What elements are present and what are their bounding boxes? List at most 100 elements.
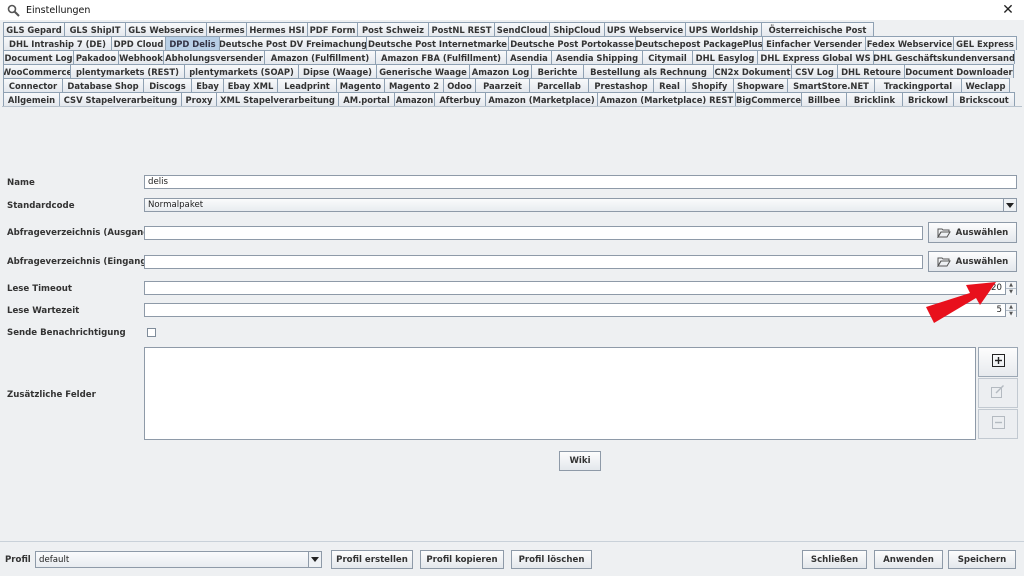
auswaehlen-ausgang-button[interactable]: Auswählen: [928, 222, 1017, 243]
auswaehlen-eingang-button[interactable]: Auswählen: [928, 251, 1017, 272]
tab-connector[interactable]: Connector: [3, 78, 63, 92]
abfrage-eingang-input[interactable]: [144, 255, 923, 269]
tab-gls-webservice[interactable]: GLS Webservice: [125, 22, 207, 36]
tab-magento-2[interactable]: Magento 2: [384, 78, 444, 92]
tab-amazon-marketplace[interactable]: Amazon (Marketplace): [485, 92, 598, 106]
zusaetzliche-felder-area[interactable]: [144, 347, 976, 440]
tab-pakadoo[interactable]: Pakadoo: [73, 50, 119, 64]
tab-allgemein[interactable]: Allgemein: [3, 92, 60, 106]
tab-leadprint[interactable]: Leadprint: [277, 78, 337, 92]
abfrage-ausgang-input[interactable]: [144, 226, 923, 240]
add-field-button[interactable]: [978, 347, 1018, 377]
tab-deutsche-post-portokasse[interactable]: Deutsche Post Portokasse: [508, 36, 636, 50]
tab-magento[interactable]: Magento: [336, 78, 385, 92]
tab-brickowl[interactable]: Brickowl: [902, 92, 954, 106]
tab-amazon-log[interactable]: Amazon Log: [469, 64, 532, 78]
tab-sendcloud[interactable]: SendCloud: [494, 22, 550, 36]
tab-amazon-fulfillment[interactable]: Amazon (Fulfillment): [264, 50, 376, 64]
name-input[interactable]: delis: [144, 175, 1017, 189]
tab-amazon-fba-fulfillment[interactable]: Amazon FBA (Fulfillment): [375, 50, 507, 64]
tab-hermes-hsi[interactable]: Hermes HSI: [246, 22, 308, 36]
tab-bestellung-als-rechnung[interactable]: Bestellung als Rechnung: [583, 64, 714, 78]
tab-dpd-delis[interactable]: DPD Delis: [165, 36, 220, 50]
remove-field-button[interactable]: [978, 409, 1018, 439]
edit-field-button[interactable]: [978, 378, 1018, 408]
profil-loeschen-button[interactable]: Profil löschen: [511, 550, 592, 569]
tab-afterbuy[interactable]: Afterbuy: [434, 92, 486, 106]
wiki-button[interactable]: Wiki: [559, 451, 601, 471]
tab-dhl-geschäftskundenversand[interactable]: DHL Geschäftskundenversand: [873, 50, 1015, 64]
tab-einfacher-versender[interactable]: Einfacher Versender: [762, 36, 866, 50]
tab-csv-stapelverarbeitung[interactable]: CSV Stapelverarbeitung: [59, 92, 182, 106]
tab-ups-webservice[interactable]: UPS Webservice: [604, 22, 686, 36]
tab-ebay[interactable]: Ebay: [191, 78, 224, 92]
tab-ups-worldship[interactable]: UPS Worldship: [685, 22, 762, 36]
tab-deutsche-post-dv-freimachung[interactable]: Deutsche Post DV Freimachung: [219, 36, 367, 50]
tab-am-portal[interactable]: AM.portal: [338, 92, 395, 106]
tab-amazon[interactable]: Amazon: [394, 92, 435, 106]
tab-odoo[interactable]: Odoo: [443, 78, 476, 92]
tab-xml-stapelverarbeitung[interactable]: XML Stapelverarbeitung: [216, 92, 339, 106]
tab-billbee[interactable]: Billbee: [801, 92, 847, 106]
speichern-button[interactable]: Speichern: [948, 550, 1016, 569]
tab-document-log[interactable]: Document Log: [3, 50, 74, 64]
tab-deutschepost-packageplus[interactable]: Deutschepost PackagePlus: [635, 36, 763, 50]
tab-ebay-xml[interactable]: Ebay XML: [223, 78, 278, 92]
tab-berichte[interactable]: Berichte: [531, 64, 584, 78]
lese-timeout-spinner[interactable]: 120 ▲ ▼: [144, 281, 1017, 295]
dropdown-arrow-icon[interactable]: [308, 552, 321, 567]
tab-prestashop[interactable]: Prestashop: [588, 78, 654, 92]
tab-webhook[interactable]: Webhook: [118, 50, 164, 64]
profil-kopieren-button[interactable]: Profil kopieren: [420, 550, 504, 569]
tab-deutsche-post-internetmarke[interactable]: Deutsche Post Internetmarke: [366, 36, 509, 50]
tab-shopware[interactable]: Shopware: [733, 78, 788, 92]
profil-erstellen-button[interactable]: Profil erstellen: [331, 550, 413, 569]
tab-abholungsversender[interactable]: Abholungsversender: [163, 50, 265, 64]
tab-hermes[interactable]: Hermes: [206, 22, 247, 36]
tab-weclapp[interactable]: Weclapp: [961, 78, 1010, 92]
tab-plentymarkets-soap[interactable]: plentymarkets (SOAP): [184, 64, 299, 78]
anwenden-button[interactable]: Anwenden: [874, 550, 943, 569]
tab-dhl-retoure[interactable]: DHL Retoure: [837, 64, 905, 78]
tab-gls-shipit[interactable]: GLS ShipIT: [64, 22, 126, 36]
close-icon[interactable]: ✕: [1000, 2, 1016, 18]
schliessen-button[interactable]: Schließen: [802, 550, 867, 569]
tab-dhl-intraship-7-de[interactable]: DHL Intraship 7 (DE): [3, 36, 112, 50]
sende-benachrichtigung-checkbox[interactable]: [147, 328, 156, 337]
profil-select[interactable]: default: [35, 551, 322, 568]
tab-österreichische-post[interactable]: Österreichische Post: [761, 22, 874, 36]
tab-fedex-webservice[interactable]: Fedex Webservice: [865, 36, 954, 50]
tab-discogs[interactable]: Discogs: [143, 78, 192, 92]
tab-gls-gepard[interactable]: GLS Gepard: [3, 22, 65, 36]
tab-real[interactable]: Real: [653, 78, 686, 92]
dropdown-arrow-icon[interactable]: [1003, 199, 1016, 211]
tab-shopify[interactable]: Shopify: [685, 78, 734, 92]
tab-brickscout[interactable]: Brickscout: [953, 92, 1015, 106]
tab-generische-waage[interactable]: Generische Waage: [376, 64, 470, 78]
tab-cn2x-dokument[interactable]: CN2x Dokument: [713, 64, 792, 78]
tab-asendia[interactable]: Asendia: [506, 50, 552, 64]
tab-bricklink[interactable]: Bricklink: [846, 92, 903, 106]
tab-document-downloader[interactable]: Document Downloader: [904, 64, 1014, 78]
tab-postnl-rest[interactable]: PostNL REST: [428, 22, 495, 36]
tab-plentymarkets-rest[interactable]: plentymarkets (REST): [70, 64, 185, 78]
tab-post-schweiz[interactable]: Post Schweiz: [357, 22, 429, 36]
tab-csv-log[interactable]: CSV Log: [791, 64, 838, 78]
tab-parcellab[interactable]: Parcellab: [529, 78, 589, 92]
tab-gel-express[interactable]: GEL Express: [953, 36, 1017, 50]
tab-shipcloud[interactable]: ShipCloud: [549, 22, 605, 36]
tab-proxy[interactable]: Proxy: [181, 92, 217, 106]
tab-paarzeit[interactable]: Paarzeit: [475, 78, 530, 92]
tab-bigcommerce[interactable]: BigCommerce: [735, 92, 802, 106]
tab-citymail[interactable]: Citymail: [642, 50, 693, 64]
tab-dhl-express-global-ws[interactable]: DHL Express Global WS: [757, 50, 874, 64]
tab-dipse-waage[interactable]: Dipse (Waage): [298, 64, 377, 78]
tab-amazon-marketplace-rest[interactable]: Amazon (Marketplace) REST: [597, 92, 736, 106]
lese-wartezeit-spinner[interactable]: 5 ▲ ▼: [144, 303, 1017, 317]
tab-woocommerce[interactable]: WooCommerce: [3, 64, 71, 78]
tab-database-shop[interactable]: Database Shop: [62, 78, 144, 92]
tab-asendia-shipping[interactable]: Asendia Shipping: [551, 50, 643, 64]
tab-pdf-form[interactable]: PDF Form: [307, 22, 358, 36]
standardcode-select[interactable]: Normalpaket: [144, 198, 1017, 212]
tab-dhl-easylog[interactable]: DHL Easylog: [692, 50, 758, 64]
